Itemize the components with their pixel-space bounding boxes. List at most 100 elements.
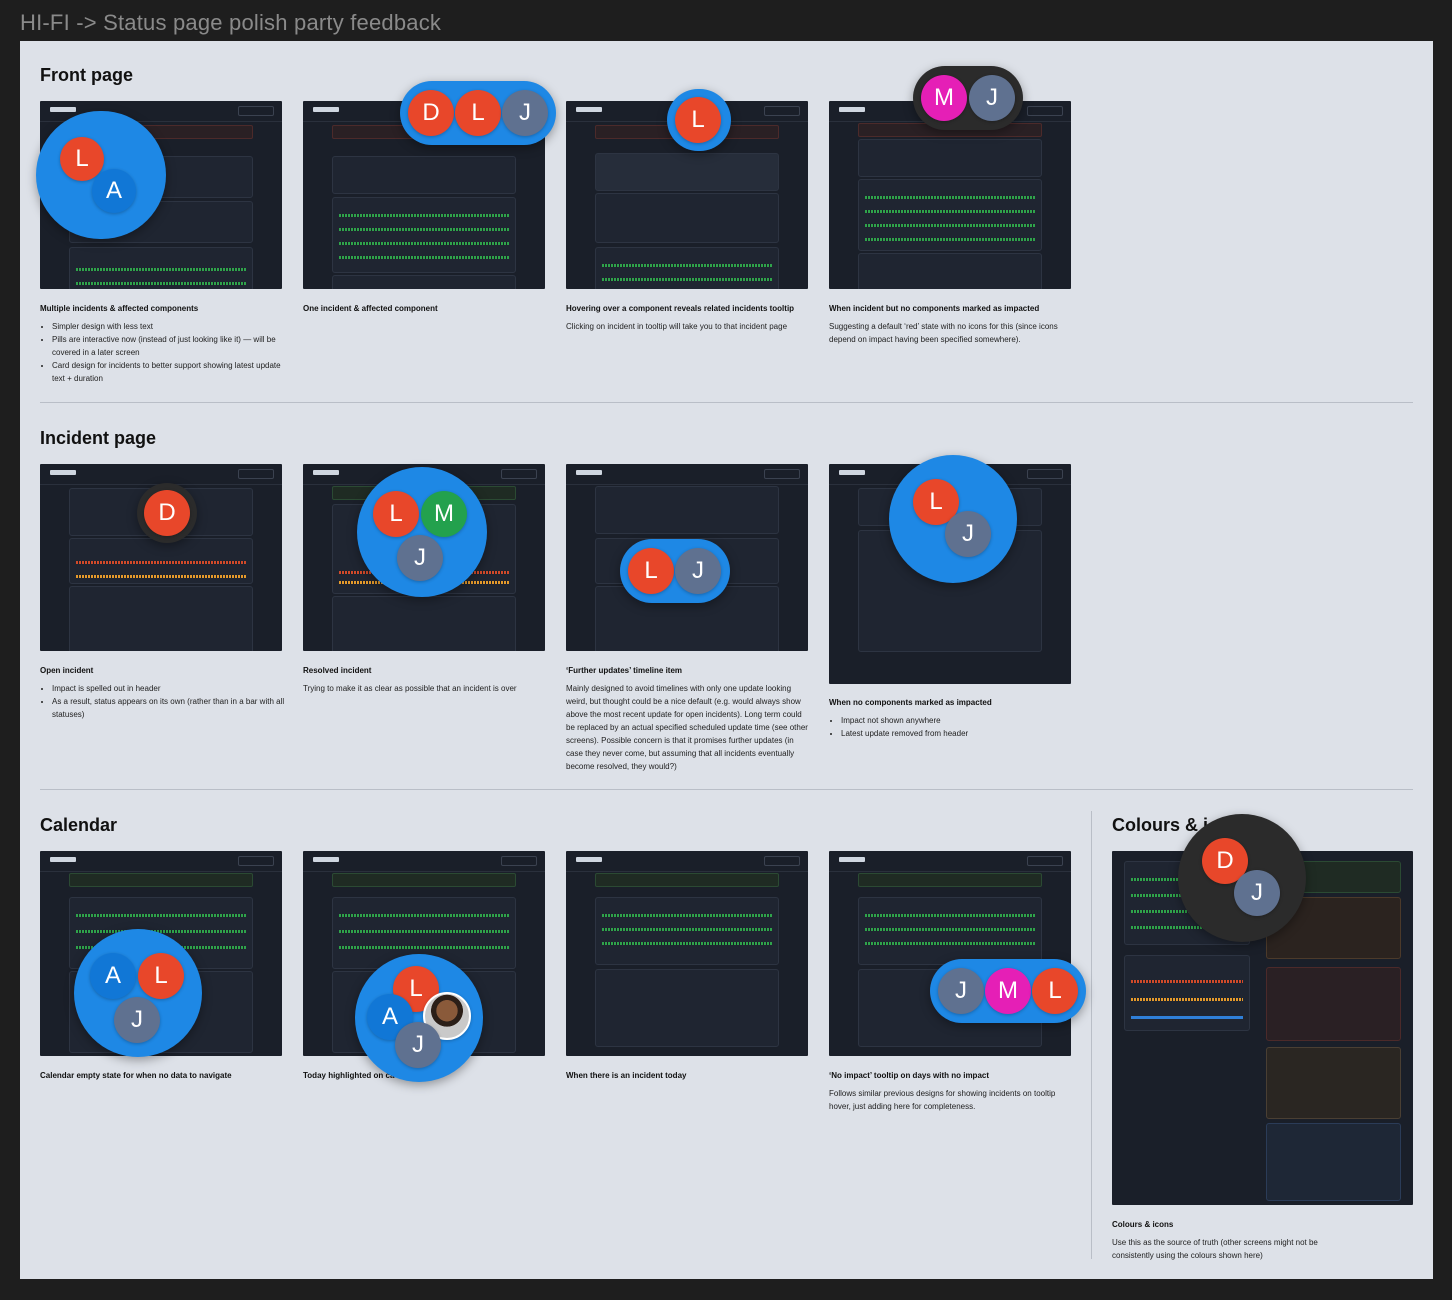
- caption-title: Resolved incident: [303, 666, 372, 675]
- presence-cursor: M J: [913, 66, 1023, 130]
- caption-text: Clicking on incident in tooltip will tak…: [566, 322, 788, 331]
- mock-status-bar: [865, 942, 1035, 945]
- avatar: L: [455, 90, 501, 136]
- caption-title: When no components marked as impacted: [829, 698, 992, 707]
- mock-logo: [576, 857, 602, 862]
- mock-status-bar: [339, 930, 509, 933]
- caption-text: Use this as the source of truth (other s…: [1112, 1238, 1318, 1260]
- presence-cursor: J M L: [930, 959, 1086, 1023]
- canvas-board: Front page Multiple incidents & affected…: [20, 41, 1433, 1279]
- mock-nav-button: [764, 856, 800, 866]
- mock-status-card: [595, 897, 779, 965]
- caption-text: Follows similar previous designs for sho…: [829, 1089, 1056, 1111]
- avatar: J: [397, 535, 443, 581]
- presence-cursor: D J: [1178, 814, 1306, 942]
- mock-status-card: [69, 247, 253, 289]
- mock-status-bar: [865, 914, 1035, 917]
- mock-nav-button: [238, 469, 274, 479]
- avatar: L: [373, 491, 419, 537]
- mock-nav: [566, 851, 808, 872]
- mock-status-bar: [339, 946, 509, 949]
- avatar: J: [945, 511, 991, 557]
- presence-cursor: D L J: [400, 81, 556, 145]
- caption-text: Trying to make it as clear as possible t…: [303, 684, 517, 693]
- mock-status-bar: [602, 928, 772, 931]
- mock-calendar-card: [332, 275, 516, 289]
- mock-logo: [313, 857, 339, 862]
- mock-logo: [839, 470, 865, 475]
- mock-nav-button: [501, 856, 537, 866]
- mock-status-card: [595, 247, 779, 289]
- caption-text: Suggesting a default ‘red’ state with no…: [829, 322, 1058, 344]
- presence-cursor: D: [137, 483, 197, 543]
- caption-text: Mainly designed to avoid timelines with …: [566, 684, 808, 771]
- mock-nav-button: [764, 469, 800, 479]
- section-title-front-page: Front page: [40, 65, 133, 85]
- mock-status-bar: [76, 575, 246, 578]
- caption-title: Open incident: [40, 666, 94, 675]
- mock-nav: [303, 851, 545, 872]
- avatar: L: [675, 97, 721, 143]
- mock-banner: [69, 873, 253, 887]
- mock-nav-button: [238, 106, 274, 116]
- avatar: J: [502, 90, 548, 136]
- avatar: A: [90, 953, 136, 999]
- section-divider: [40, 402, 1413, 403]
- avatar: D: [144, 490, 190, 536]
- frame-title[interactable]: HI-FI -> Status page polish party feedba…: [20, 10, 441, 36]
- mock-nav-button: [764, 106, 800, 116]
- mock-nav-button: [1027, 856, 1063, 866]
- screenshot-calendar-no-impact-tooltip[interactable]: [829, 851, 1071, 1056]
- caption-title: ‘Further updates’ timeline item: [566, 666, 683, 675]
- mock-logo: [50, 857, 76, 862]
- caption-title: Multiple incidents & affected components: [40, 304, 199, 313]
- mock-nav-button: [1027, 469, 1063, 479]
- mock-status-bar: [76, 914, 246, 917]
- mock-incident-header: [595, 486, 779, 534]
- mock-tooltip: [595, 153, 779, 191]
- mock-colour-card-blue: [1265, 1123, 1401, 1201]
- presence-cursor: L J: [889, 455, 1017, 583]
- mock-status-bar: [339, 228, 509, 231]
- caption-bullet: As a result, status appears on its own (…: [52, 695, 292, 721]
- avatar: L: [628, 548, 674, 594]
- mock-status-bar: [76, 561, 246, 564]
- section-title-colours: Colours & i: [1112, 815, 1209, 835]
- mock-status-card: [332, 197, 516, 273]
- mock-logo: [313, 470, 339, 475]
- screenshot-calendar-incident-today[interactable]: [566, 851, 808, 1056]
- caption-bullet: Card design for incidents to better supp…: [52, 359, 292, 385]
- avatar: L: [138, 953, 184, 999]
- mock-status-bar: [602, 264, 772, 267]
- mock-status-bar: [339, 256, 509, 259]
- presence-cursor: L M J: [357, 467, 487, 597]
- mock-logo: [576, 470, 602, 475]
- caption-bullet: Pills are interactive now (instead of ju…: [52, 333, 292, 359]
- caption-title: One incident & affected component: [303, 304, 438, 313]
- presence-cursor: L J: [620, 539, 730, 603]
- mock-status-bar: [602, 914, 772, 917]
- mock-status-card: [858, 179, 1042, 251]
- caption-title: When there is an incident today: [566, 1071, 687, 1080]
- mock-status-bar: [76, 282, 246, 285]
- mock-banner: [332, 873, 516, 887]
- mock-logo: [839, 857, 865, 862]
- mock-status-bar: [76, 268, 246, 271]
- avatar: J: [114, 997, 160, 1043]
- mock-nav: [566, 464, 808, 485]
- caption-bullet: Simpler design with less text: [52, 320, 292, 333]
- mock-calendar-card: [595, 969, 779, 1047]
- mock-logo: [50, 107, 76, 112]
- avatar: L: [1032, 968, 1078, 1014]
- mock-nav-button: [238, 856, 274, 866]
- section-divider-vertical: [1091, 811, 1092, 1259]
- mock-logo: [313, 107, 339, 112]
- mock-updates: [69, 586, 253, 651]
- avatar: M: [421, 491, 467, 537]
- presence-cursor: L: [667, 89, 731, 151]
- mock-logo: [576, 107, 602, 112]
- avatar: M: [921, 75, 967, 121]
- mock-status-bar: [865, 928, 1035, 931]
- mock-status-bar: [1131, 1016, 1244, 1019]
- mock-status-bar: [339, 914, 509, 917]
